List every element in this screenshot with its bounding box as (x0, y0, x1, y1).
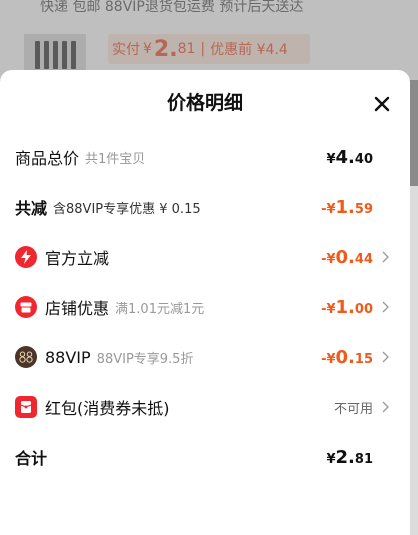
chevron-right-icon (380, 350, 390, 364)
scrollbar[interactable] (410, 186, 418, 535)
grand-total-value: ¥2. 81 (326, 446, 373, 468)
close-button[interactable] (368, 90, 396, 118)
background-order-page: 快递 包邮 88VIP退货包运费 预计后天送达 实付 ¥ 2. 81 | 优惠前… (0, 0, 418, 80)
vip-88-icon (15, 346, 37, 368)
red-packet-label: 红包(消费券未抵) (45, 399, 170, 418)
vip-label: 88VIP (45, 347, 91, 367)
actual-pay-int: 2. (153, 36, 178, 62)
actual-pay-currency: ¥ (143, 41, 152, 57)
row-grand-total: 合计 ¥2. 81 (0, 440, 410, 474)
vip-discount-rule: 88VIP专享9.5折 (96, 351, 194, 367)
red-packet-icon (15, 396, 37, 418)
row-red-packet[interactable]: 红包(消费券未抵) 不可用 (0, 390, 410, 424)
shop-discount-label: 店铺优惠 (45, 299, 110, 318)
row-official-discount[interactable]: 官方立减 -¥ 0. 44 (0, 240, 410, 274)
price-detail-sheet: 价格明细 商品总价 共1件宝贝 ¥4. 40 共减 含88VIP专享优惠 ¥ 0.… (0, 70, 410, 535)
price-summary-box: 实付 ¥ 2. 81 | 优惠前 ¥4.4 (108, 34, 310, 64)
shop-discount-value: -¥ 1. 00 (321, 296, 373, 318)
official-discount-label: 官方立减 (45, 249, 110, 268)
lightning-icon (15, 246, 37, 268)
vip-discount-value: -¥ 0. 15 (321, 346, 373, 368)
row-88vip[interactable]: 88VIP 88VIP专享9.5折 -¥ 0. 15 (0, 340, 410, 374)
official-discount-value: -¥ 0. 44 (321, 246, 373, 268)
close-icon (374, 96, 390, 112)
chevron-right-icon (380, 300, 390, 314)
total-discount-note: 含88VIP专享优惠 ¥ 0.15 (53, 201, 201, 217)
actual-pay-dec: 81 (177, 41, 196, 57)
delivery-info-text: 快递 包邮 88VIP退货包运费 预计后天送达 (40, 0, 304, 15)
row-total-discount: 共减 含88VIP专享优惠 ¥ 0.15 -¥ 1. 59 (0, 190, 410, 224)
total-discount-value: -¥ 1. 59 (321, 196, 373, 218)
goods-total-value: ¥4. 40 (326, 146, 373, 168)
red-packet-status: 不可用 (333, 401, 373, 417)
sheet-title: 价格明细 (166, 92, 243, 114)
goods-count-text: 共1件宝贝 (85, 151, 146, 167)
before-discount-text: 优惠前 ¥4.4 (210, 42, 288, 58)
grand-total-label: 合计 (15, 449, 48, 468)
row-shop-discount[interactable]: 店铺优惠 满1.01元减1元 -¥ 1. 00 (0, 290, 410, 324)
goods-total-label: 商品总价 (15, 149, 80, 168)
total-discount-label: 共减 (15, 199, 48, 218)
shop-icon (15, 296, 37, 318)
shop-discount-rule: 满1.01元减1元 (115, 301, 205, 317)
actual-pay-label: 实付 (112, 42, 140, 58)
chevron-right-icon (380, 250, 390, 264)
chevron-right-icon (380, 400, 390, 414)
row-goods-total: 商品总价 共1件宝贝 ¥4. 40 (0, 140, 410, 174)
price-separator: | (200, 41, 206, 57)
